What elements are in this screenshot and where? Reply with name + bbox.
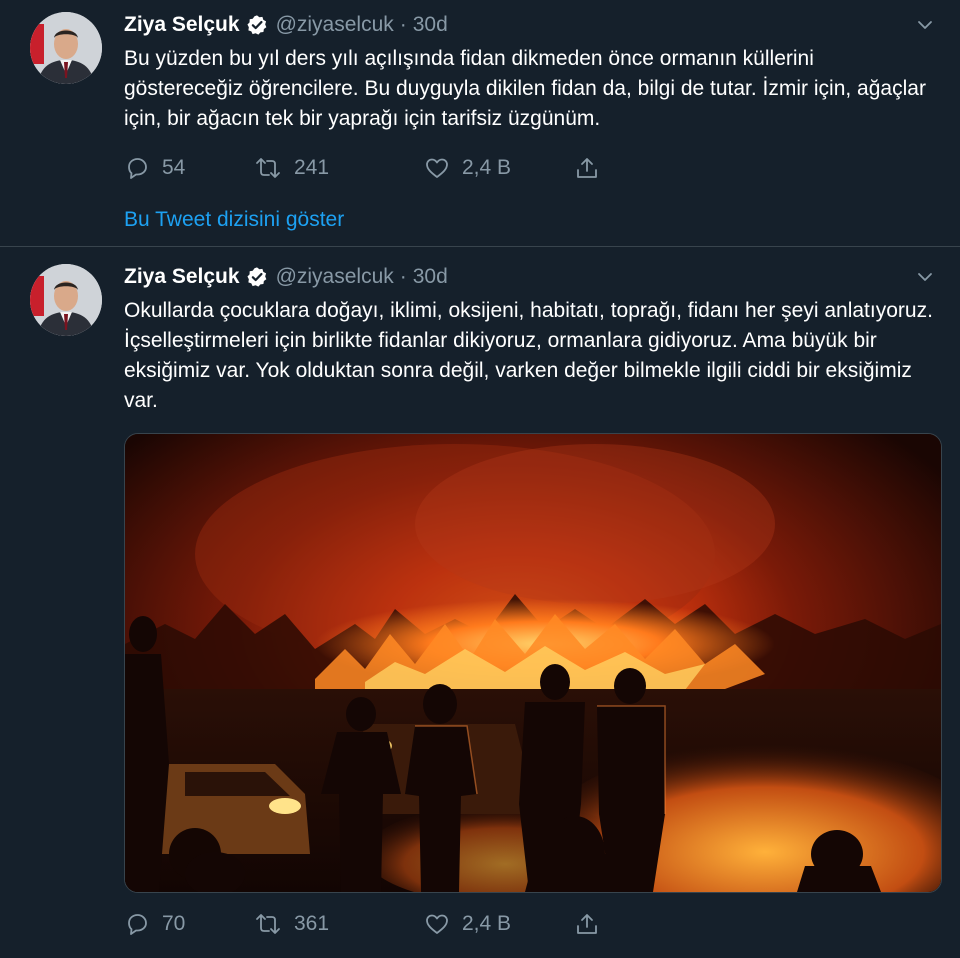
share-icon [574,155,600,181]
share-icon [574,911,600,937]
heart-icon [424,911,450,937]
share-button[interactable] [574,911,600,937]
avatar[interactable] [30,264,102,336]
chevron-down-icon[interactable] [910,262,940,292]
reply-icon [124,155,150,181]
retweet-count: 241 [294,156,330,179]
timestamp[interactable]: 30d [413,13,448,37]
like-count: 2,4 B [462,156,512,179]
author-name[interactable]: Ziya Selçuk [124,265,240,289]
chevron-down-icon[interactable] [910,10,940,40]
like-button[interactable]: 2,4 B [424,911,574,937]
tweet-header: Ziya Selçuk @ziyaselcuk · 30d [124,262,940,292]
show-thread-link[interactable]: Bu Tweet dizisini göster [124,208,344,232]
tweet-header: Ziya Selçuk @ziyaselcuk · 30d [124,10,940,40]
separator: · [399,13,407,36]
retweet-count: 361 [294,912,330,935]
tweet-photo[interactable] [124,433,942,893]
reply-button[interactable]: 70 [124,911,254,937]
retweet-button[interactable]: 361 [254,911,424,937]
tweet-text: Bu yüzden bu yıl ders yılı açılışında fi… [124,47,926,130]
reply-button[interactable]: 54 [124,155,254,181]
reply-icon [124,911,150,937]
retweet-icon [254,155,282,181]
verified-badge-icon [246,14,268,36]
author-handle[interactable]: @ziyaselcuk [276,265,394,289]
timestamp[interactable]: 30d [413,265,448,289]
reply-count: 70 [162,912,186,935]
share-button[interactable] [574,155,600,181]
verified-badge-icon [246,266,268,288]
heart-icon [424,155,450,181]
tweet[interactable]: Ziya Selçuk @ziyaselcuk · 30d Bu yüzden … [0,0,960,247]
retweet-button[interactable]: 241 [254,155,424,181]
like-count: 2,4 B [462,912,512,935]
retweet-icon [254,911,282,937]
author-name[interactable]: Ziya Selçuk [124,13,240,37]
author-handle[interactable]: @ziyaselcuk [276,13,394,37]
tweet-text: Okullarda çocuklara doğayı, iklimi, oksi… [124,299,933,412]
separator: · [399,265,407,288]
reply-count: 54 [162,156,186,179]
like-button[interactable]: 2,4 B [424,155,574,181]
tweet-actions: 54 241 2,4 B [124,153,644,183]
tweet-actions: 70 361 2,4 B [124,909,644,939]
tweet[interactable]: Ziya Selçuk @ziyaselcuk · 30d Okullarda … [0,247,960,958]
avatar[interactable] [30,12,102,84]
